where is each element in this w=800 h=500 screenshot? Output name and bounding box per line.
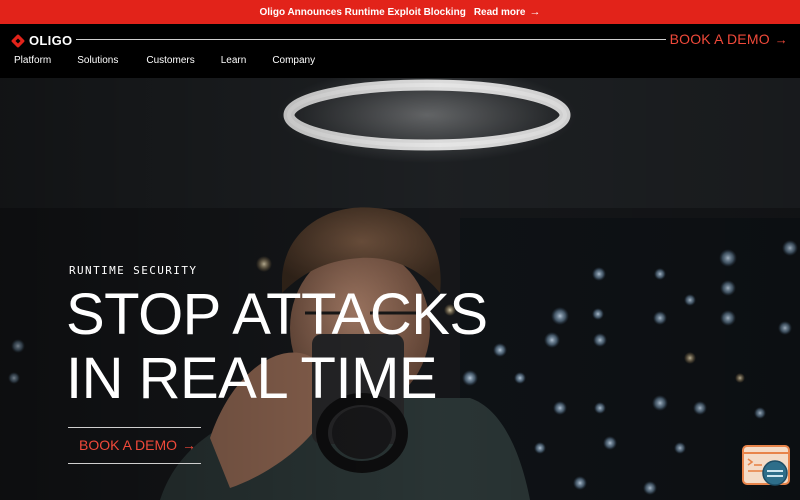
read-more-label: Read more [473, 6, 526, 18]
announcement-bar: Oligo Announces Runtime Exploit Blocking… [0, 0, 800, 24]
arrow-right-icon: → [529, 6, 541, 18]
site-header: OLIGO BOOK A DEMO → Platform Solutions C… [0, 24, 800, 78]
headline-line-1: STOP ATTACKS [66, 282, 488, 347]
nav-item-platform[interactable]: Platform [14, 55, 51, 66]
main-nav: Platform Solutions Customers Learn Compa… [14, 55, 315, 66]
hero-headline: STOP ATTACKS IN REAL TIME [66, 283, 488, 411]
arrow-right-icon: → [774, 31, 788, 47]
arrow-right-icon: → [182, 437, 197, 453]
chat-widget-icon[interactable] [742, 445, 790, 487]
nav-item-customers[interactable]: Customers [146, 55, 194, 66]
headline-line-2: IN REAL TIME [66, 346, 438, 411]
hero-book-demo-label: BOOK A DEMO [79, 437, 178, 453]
nav-item-company[interactable]: Company [272, 55, 315, 66]
nav-item-learn[interactable]: Learn [221, 55, 247, 66]
hero-book-demo-button[interactable]: BOOK A DEMO → [79, 437, 196, 453]
announcement-text: Oligo Announces Runtime Exploit Blocking [259, 6, 466, 18]
header-divider [76, 39, 666, 40]
logo-text: OLIGO [29, 33, 73, 48]
nav-item-solutions[interactable]: Solutions [77, 55, 118, 66]
logo[interactable]: OLIGO [11, 33, 72, 48]
oligo-diamond-icon [11, 34, 25, 47]
hero-cta-frame: BOOK A DEMO → [68, 427, 201, 464]
hero-section: RUNTIME SECURITY STOP ATTACKS IN REAL TI… [0, 78, 800, 500]
book-demo-label: BOOK A DEMO [669, 31, 770, 47]
hero-eyebrow: RUNTIME SECURITY [69, 264, 198, 277]
book-demo-button[interactable]: BOOK A DEMO → [670, 31, 788, 47]
read-more-link[interactable]: Read more → [474, 6, 541, 18]
